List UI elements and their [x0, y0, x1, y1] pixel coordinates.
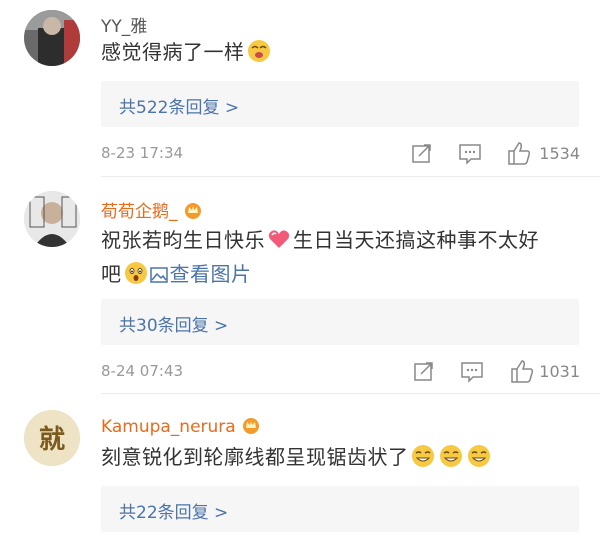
like-count: 1031 [539, 362, 580, 381]
svg-text:就: 就 [39, 425, 65, 455]
username[interactable]: 荀荀企鹅_ [101, 197, 202, 222]
like-icon[interactable] [506, 140, 532, 166]
comment-meta: 8-24 07:43 1031 [101, 358, 580, 384]
avatar[interactable] [24, 10, 80, 66]
replies-button[interactable]: 共30条回复 > [101, 299, 579, 345]
avatar[interactable] [24, 191, 80, 247]
comment-icon[interactable] [459, 358, 485, 384]
image-icon [149, 267, 168, 283]
replies-button[interactable]: 共522条回复 > [101, 81, 579, 127]
shocked-face-emoji-icon [124, 262, 147, 284]
view-image-link[interactable]: 查看图片 [149, 262, 252, 286]
replies-button[interactable]: 共22条回复 > [101, 486, 579, 532]
like-icon[interactable] [509, 358, 535, 384]
grin-face-emoji-icon [439, 445, 462, 467]
comment-time: 8-23 17:34 [101, 144, 184, 162]
comment-text: 祝张若昀生日快乐 生日当天还搞这种事不太好 吧 查看图片 [101, 228, 539, 286]
grin-face-emoji-icon [411, 445, 434, 467]
sick-face-emoji-icon [247, 40, 270, 62]
comment-time: 8-24 07:43 [101, 362, 184, 380]
comment-item: 荀荀企鹅_ 祝张若昀生日快乐 生日当天还搞这种事不太好 吧 查看图片 共30条回… [0, 177, 600, 392]
grin-face-emoji-icon [467, 445, 490, 467]
comment-icon[interactable] [457, 140, 483, 166]
comment-meta: 8-23 17:34 1534 [101, 140, 580, 166]
comment-item: YY_雅 感觉得病了一样 共522条回复 > 8-23 17:34 1534 [0, 0, 600, 175]
comment-text: 感觉得病了一样 [101, 35, 578, 69]
like-count: 1534 [539, 144, 580, 163]
comment-item: 就 Kamupa_nerura 刻意锐化到轮廓线都呈现锯齿状了 共22条回复 > [0, 394, 600, 544]
repost-icon[interactable] [409, 140, 435, 166]
vip-crown-icon [184, 203, 201, 219]
heart-emoji-icon [268, 230, 290, 248]
vip-crown-icon [242, 418, 259, 434]
username[interactable]: Kamupa_nerura [101, 416, 260, 437]
username[interactable]: YY_雅 [101, 12, 147, 37]
repost-icon[interactable] [411, 358, 437, 384]
avatar[interactable]: 就 [24, 410, 80, 466]
comment-text: 刻意锐化到轮廓线都呈现锯齿状了 [101, 440, 578, 474]
